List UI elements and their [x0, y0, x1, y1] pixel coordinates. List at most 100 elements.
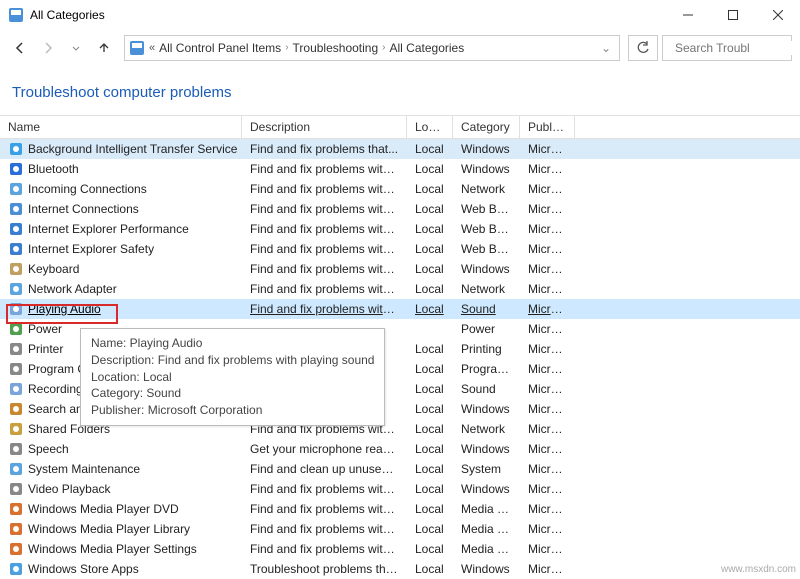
- breadcrumb-item[interactable]: All Categories: [390, 41, 465, 55]
- col-header-name[interactable]: Name: [0, 116, 242, 138]
- row-name-label: Windows Media Player DVD: [28, 502, 179, 516]
- cell-description: Find and fix problems with...: [242, 202, 407, 216]
- cell-description: Troubleshoot problems tha...: [242, 562, 407, 576]
- breadcrumb-overflow[interactable]: «: [149, 42, 155, 54]
- row-name-label: Bluetooth: [28, 162, 79, 176]
- back-button[interactable]: [8, 36, 32, 60]
- cell-category: Sound: [453, 302, 520, 316]
- troubleshooter-icon: [8, 401, 24, 417]
- cell-category: Web Bro...: [453, 222, 520, 236]
- cell-name: Internet Explorer Safety: [0, 241, 242, 257]
- cell-name: Playing Audio: [0, 301, 242, 317]
- cell-location: Local: [407, 182, 453, 196]
- row-name-label: Internet Explorer Safety: [28, 242, 154, 256]
- cell-location: Local: [407, 382, 453, 396]
- troubleshooter-icon: [8, 521, 24, 537]
- forward-button[interactable]: [36, 36, 60, 60]
- search-box[interactable]: [662, 35, 792, 61]
- cell-publisher: Microso...: [520, 462, 575, 476]
- table-row[interactable]: Incoming ConnectionsFind and fix problem…: [0, 179, 800, 199]
- table-row[interactable]: Windows Media Player LibraryFind and fix…: [0, 519, 800, 539]
- up-button[interactable]: [92, 36, 116, 60]
- troubleshooter-icon: [8, 421, 24, 437]
- cell-location: Local: [407, 242, 453, 256]
- chevron-right-icon: ›: [378, 42, 389, 53]
- table-row[interactable]: KeyboardFind and fix problems with...Loc…: [0, 259, 800, 279]
- troubleshooter-icon: [8, 321, 24, 337]
- cell-name: Video Playback: [0, 481, 242, 497]
- recent-dropdown[interactable]: [64, 36, 88, 60]
- cell-location: Local: [407, 462, 453, 476]
- location-icon: [129, 40, 145, 56]
- col-header-location[interactable]: Locat...: [407, 116, 453, 138]
- col-header-publisher[interactable]: Publisher: [520, 116, 575, 138]
- cell-publisher: Microso...: [520, 302, 575, 316]
- cell-location: Local: [407, 402, 453, 416]
- cell-location: Local: [407, 542, 453, 556]
- cell-location: Local: [407, 202, 453, 216]
- table-row[interactable]: Background Intelligent Transfer ServiceF…: [0, 139, 800, 159]
- cell-category: Web Bro...: [453, 202, 520, 216]
- address-bar[interactable]: « All Control Panel Items › Troubleshoot…: [124, 35, 620, 61]
- table-header: Name Description Locat... Category Publi…: [0, 115, 800, 139]
- close-button[interactable]: [755, 0, 800, 30]
- cell-publisher: Microso...: [520, 162, 575, 176]
- row-name-label: Printer: [28, 342, 63, 356]
- cell-description: Find and clean up unused f...: [242, 462, 407, 476]
- search-input[interactable]: [675, 41, 800, 55]
- cell-name: Windows Media Player DVD: [0, 501, 242, 517]
- table-row[interactable]: Windows Media Player DVDFind and fix pro…: [0, 499, 800, 519]
- breadcrumb-item[interactable]: Troubleshooting: [293, 41, 379, 55]
- table-row[interactable]: Playing AudioFind and fix problems with.…: [0, 299, 800, 319]
- troubleshooter-icon: [8, 261, 24, 277]
- nav-bar: « All Control Panel Items › Troubleshoot…: [0, 30, 800, 66]
- chevron-right-icon: ›: [281, 42, 292, 53]
- table-row[interactable]: Internet Explorer PerformanceFind and fi…: [0, 219, 800, 239]
- table-row[interactable]: Windows Store AppsTroubleshoot problems …: [0, 559, 800, 579]
- cell-category: Network: [453, 282, 520, 296]
- table-row[interactable]: Internet ConnectionsFind and fix problem…: [0, 199, 800, 219]
- cell-location: Local: [407, 422, 453, 436]
- cell-description: Find and fix problems with...: [242, 182, 407, 196]
- table-row[interactable]: Internet Explorer SafetyFind and fix pro…: [0, 239, 800, 259]
- maximize-button[interactable]: [710, 0, 755, 30]
- minimize-button[interactable]: [665, 0, 710, 30]
- cell-location: Local: [407, 502, 453, 516]
- troubleshooter-icon: [8, 181, 24, 197]
- cell-name: Windows Media Player Library: [0, 521, 242, 537]
- breadcrumb-item[interactable]: All Control Panel Items: [159, 41, 281, 55]
- cell-description: Find and fix problems with...: [242, 162, 407, 176]
- row-name-label: Playing Audio: [28, 302, 101, 316]
- tooltip-line: Category: Sound: [91, 385, 374, 402]
- cell-name: Incoming Connections: [0, 181, 242, 197]
- row-name-label: Program C: [28, 362, 86, 376]
- tooltip-line: Name: Playing Audio: [91, 335, 374, 352]
- table-row[interactable]: System MaintenanceFind and clean up unus…: [0, 459, 800, 479]
- col-header-category[interactable]: Category: [453, 116, 520, 138]
- cell-category: Network: [453, 182, 520, 196]
- cell-location: Local: [407, 342, 453, 356]
- address-dropdown[interactable]: ⌄: [597, 41, 615, 55]
- table-row[interactable]: Video PlaybackFind and fix problems with…: [0, 479, 800, 499]
- table-row[interactable]: SpeechGet your microphone read...LocalWi…: [0, 439, 800, 459]
- cell-location: Local: [407, 362, 453, 376]
- table-row[interactable]: Network AdapterFind and fix problems wit…: [0, 279, 800, 299]
- cell-category: System: [453, 462, 520, 476]
- cell-publisher: Microso...: [520, 442, 575, 456]
- troubleshooter-icon: [8, 341, 24, 357]
- window-title: All Categories: [30, 8, 105, 22]
- table-row[interactable]: BluetoothFind and fix problems with...Lo…: [0, 159, 800, 179]
- cell-name: System Maintenance: [0, 461, 242, 477]
- table-row[interactable]: Windows Media Player SettingsFind and fi…: [0, 539, 800, 559]
- tooltip-line: Location: Local: [91, 369, 374, 386]
- cell-category: Windows: [453, 262, 520, 276]
- cell-category: Media P...: [453, 502, 520, 516]
- cell-publisher: Microso...: [520, 202, 575, 216]
- row-name-label: Background Intelligent Transfer Service: [28, 142, 237, 156]
- cell-name: Bluetooth: [0, 161, 242, 177]
- cell-location: Local: [407, 262, 453, 276]
- col-header-description[interactable]: Description: [242, 116, 407, 138]
- cell-publisher: Microso...: [520, 522, 575, 536]
- refresh-button[interactable]: [628, 35, 658, 61]
- cell-category: Media P...: [453, 542, 520, 556]
